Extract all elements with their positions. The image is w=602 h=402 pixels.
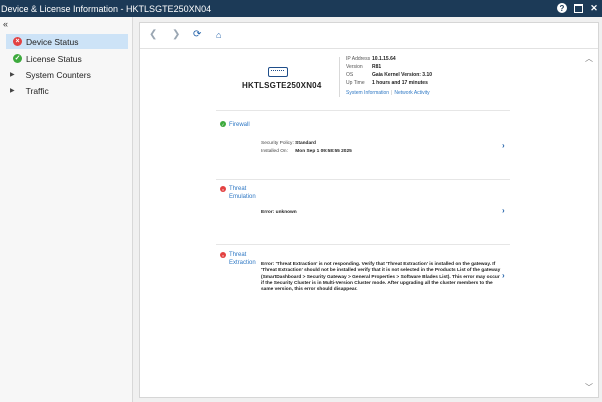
main-panel: ❮ ❯ ⟳ ⌂ ︿ ﹀ HKTLSGTE250XN04 IP Address 1… <box>139 22 599 398</box>
info-uptime: Up Time 1 hours and 17 minutes <box>346 80 428 86</box>
sidebar-item-label: License Status <box>26 53 82 64</box>
network-activity-link[interactable]: Network Activity <box>394 90 429 96</box>
firewall-details-chevron-icon[interactable]: › <box>502 141 505 150</box>
threat-extraction-error: Error: 'Threat Extraction' is not respon… <box>261 262 501 293</box>
detail-value: Mon Sep 1 09:58:55 2025 <box>295 149 352 154</box>
expand-arrow-icon[interactable]: ▶ <box>10 87 15 94</box>
blade-name[interactable]: Firewall <box>229 121 259 129</box>
info-version: Version R81 <box>346 64 381 70</box>
maximize-icon <box>573 3 583 13</box>
detail-label: Security Policy: <box>261 141 294 146</box>
divider <box>216 110 510 111</box>
info-label: IP Address <box>346 56 371 62</box>
blade-firewall: ✓ Firewall <box>220 121 259 129</box>
sidebar-item-device-status[interactable]: × Device Status <box>6 34 128 49</box>
check-icon: ✓ <box>220 121 226 127</box>
blade-threat-extraction: × Threat Extraction <box>220 251 259 267</box>
close-icon: ✕ <box>590 2 598 13</box>
info-label: Up Time <box>346 80 365 86</box>
device-name: HKTLSGTE250XN04 <box>242 81 322 90</box>
divider <box>339 57 340 97</box>
refresh-icon[interactable]: ⟳ <box>193 29 201 40</box>
back-icon[interactable]: ❮ <box>149 29 157 40</box>
error-icon: × <box>13 37 22 46</box>
blade-threat-emulation: × Threat Emulation <box>220 185 259 201</box>
sidebar-item-label: Traffic <box>25 85 49 96</box>
detail-value: Standard <box>295 141 316 146</box>
collapse-sidebar-button[interactable]: « <box>3 19 8 29</box>
detail-label: Installed On: <box>261 149 288 154</box>
sidebar-item-label: Device Status <box>26 36 79 47</box>
window-title: Device & License Information - HKTLSGTE2… <box>1 3 212 14</box>
sidebar-item-system-counters[interactable]: ▶ System Counters <box>6 67 128 82</box>
info-ip-address: IP Address 10.1.15.64 <box>346 56 396 62</box>
firewall-installed-on: Installed On: Mon Sep 1 09:58:55 2025 <box>261 149 352 154</box>
threat-emulation-error: Error: unknown <box>261 210 297 215</box>
blade-name[interactable]: Threat Emulation <box>229 185 259 201</box>
sidebar: « × Device Status ✓ License Status ▶ Sys… <box>0 17 133 402</box>
threat-extraction-details-chevron-icon[interactable]: › <box>502 271 505 280</box>
sidebar-item-license-status[interactable]: ✓ License Status <box>6 51 128 66</box>
system-information-link[interactable]: System Information <box>346 90 389 96</box>
error-icon: × <box>220 252 226 258</box>
forward-icon[interactable]: ❯ <box>172 29 180 40</box>
close-button[interactable]: ✕ <box>588 2 600 14</box>
info-value: 1 hours and 17 minutes <box>372 80 428 86</box>
info-value: R81 <box>372 64 382 70</box>
gateway-device-icon <box>268 67 288 77</box>
error-icon: × <box>220 186 226 192</box>
scroll-down-arrow[interactable]: ﹀ <box>585 382 593 393</box>
divider <box>216 244 510 245</box>
firewall-policy: Security Policy: Standard <box>261 141 316 146</box>
home-icon[interactable]: ⌂ <box>216 30 221 40</box>
threat-emulation-details-chevron-icon[interactable]: › <box>502 206 505 215</box>
scroll-up-arrow[interactable]: ︿ <box>585 53 593 64</box>
help-button[interactable]: ? <box>556 2 568 14</box>
title-bar: Device & License Information - HKTLSGTE2… <box>0 0 602 17</box>
expand-arrow-icon[interactable]: ▶ <box>10 71 15 78</box>
sidebar-item-traffic[interactable]: ▶ Traffic <box>6 83 128 98</box>
info-value: 10.1.15.64 <box>372 56 396 62</box>
blade-name[interactable]: Threat Extraction <box>229 251 259 267</box>
toolbar: ❮ ❯ ⟳ ⌂ <box>140 23 598 49</box>
link-separator: | <box>391 90 393 96</box>
info-label: Version <box>346 64 363 70</box>
help-icon: ? <box>557 3 567 13</box>
check-icon: ✓ <box>13 54 22 63</box>
divider <box>216 179 510 180</box>
info-label: OS <box>346 72 354 78</box>
window-controls: ? ✕ <box>556 2 600 14</box>
info-value: Gaia Kernel Version: 3.10 <box>372 72 433 78</box>
maximize-button[interactable] <box>572 2 584 14</box>
device-links: System Information | Network Activity <box>346 90 430 96</box>
sidebar-item-label: System Counters <box>25 69 91 80</box>
info-os: OS Gaia Kernel Version: 3.10 <box>346 72 432 78</box>
